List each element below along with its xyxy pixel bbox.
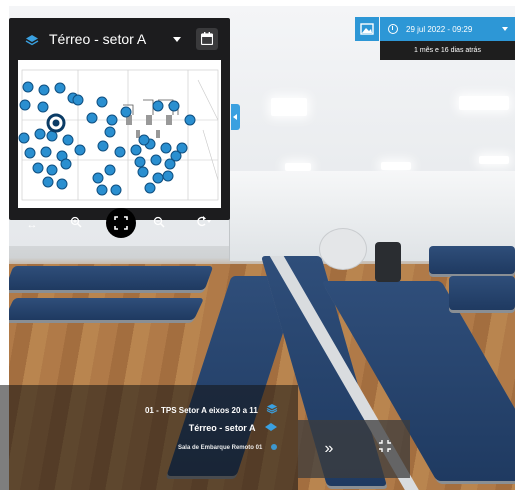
pano-marker[interactable]: [60, 158, 72, 170]
floorplan-toolbar: ↔: [9, 208, 230, 242]
pano-marker[interactable]: [104, 126, 116, 138]
pano-marker[interactable]: [104, 164, 116, 176]
location-room-label: Sala de Embarque Remoto 01: [177, 445, 263, 451]
elapsed-time: 1 mês e 16 dias atrás: [380, 41, 515, 60]
location-project[interactable]: 01 - TPS Setor A eixos 20 a 11: [145, 403, 278, 417]
pano-marker[interactable]: [72, 94, 84, 106]
pano-marker[interactable]: [97, 140, 109, 152]
capture-datetime: 29 jul 2022 - 09:29: [406, 25, 473, 34]
pano-marker[interactable]: [152, 100, 164, 112]
pano-marker[interactable]: [46, 130, 58, 142]
floor-icon: [264, 422, 278, 434]
seat-row: [449, 276, 515, 310]
pano-marker[interactable]: [134, 156, 146, 168]
capture-date-selector[interactable]: 29 jul 2022 - 09:29: [380, 17, 515, 41]
pano-marker[interactable]: [176, 142, 188, 154]
pano-marker[interactable]: [144, 182, 156, 194]
ceiling-light: [381, 162, 411, 170]
floor-selector-label[interactable]: Térreo - setor A: [49, 31, 146, 47]
cleaning-machine: [319, 228, 367, 270]
layers-icon: [266, 403, 278, 417]
collapse-panel-button[interactable]: [231, 104, 240, 130]
location-floor[interactable]: Térreo - setor A: [189, 422, 278, 434]
pano-marker[interactable]: [38, 84, 50, 96]
cleaning-machine: [375, 242, 401, 282]
pano-marker[interactable]: [32, 162, 44, 174]
seat-row: [429, 246, 515, 274]
pano-marker[interactable]: [18, 132, 30, 144]
ceiling-light: [479, 156, 509, 164]
pano-marker[interactable]: [110, 184, 122, 196]
pano-marker[interactable]: [120, 106, 132, 118]
calendar-icon: [201, 32, 213, 45]
pano-markers[interactable]: [18, 60, 221, 208]
pano-marker[interactable]: [54, 82, 66, 94]
arrows-horizontal-icon[interactable]: ↔: [23, 216, 41, 234]
pano-marker[interactable]: [22, 81, 34, 93]
chevron-down-icon: [502, 27, 508, 31]
pano-marker[interactable]: [46, 164, 58, 176]
floorplan-map[interactable]: [18, 60, 221, 208]
floorplan-panel: Térreo - setor A ↔: [9, 18, 230, 238]
layers-icon: [25, 33, 39, 46]
view-controls: »: [298, 420, 410, 478]
image-mode-button[interactable]: [355, 17, 379, 41]
location-project-label: 01 - TPS Setor A eixos 20 a 11: [144, 405, 258, 415]
pano-marker[interactable]: [42, 176, 54, 188]
image-icon: [360, 23, 374, 35]
pano-marker[interactable]: [160, 142, 172, 154]
pano-marker[interactable]: [106, 114, 118, 126]
location-floor-label: Térreo - setor A: [188, 423, 256, 433]
seat-row: [9, 298, 205, 320]
pano-marker[interactable]: [40, 146, 52, 158]
double-chevron-right-icon[interactable]: »: [318, 438, 340, 460]
location-panel: 01 - TPS Setor A eixos 20 a 11 Térreo - …: [0, 385, 298, 490]
pano-marker[interactable]: [96, 96, 108, 108]
pano-marker[interactable]: [56, 178, 68, 190]
fullscreen-icon: [114, 216, 128, 230]
current-position-dot: [52, 119, 60, 127]
pano-marker[interactable]: [92, 172, 104, 184]
location-room[interactable]: Sala de Embarque Remoto 01: [178, 443, 278, 453]
exit-fullscreen-button[interactable]: [374, 438, 396, 460]
pano-marker[interactable]: [74, 144, 86, 156]
pano-marker[interactable]: [19, 99, 31, 111]
pano-marker[interactable]: [162, 170, 174, 182]
pano-marker[interactable]: [86, 112, 98, 124]
pano-marker[interactable]: [96, 184, 108, 196]
pano-marker[interactable]: [150, 154, 162, 166]
pano-marker[interactable]: [164, 158, 176, 170]
collapse-icon: [379, 440, 391, 452]
chevron-down-icon[interactable]: [173, 37, 181, 42]
pano-marker[interactable]: [152, 172, 164, 184]
ceiling-light: [459, 96, 509, 110]
pano-marker[interactable]: [24, 147, 36, 159]
pano-marker[interactable]: [138, 134, 150, 146]
pano-marker[interactable]: [34, 128, 46, 140]
clock-icon: [388, 24, 398, 34]
fullscreen-button[interactable]: [106, 208, 136, 238]
pano-marker[interactable]: [114, 146, 126, 158]
pano-marker[interactable]: [168, 100, 180, 112]
rotate-icon[interactable]: [194, 216, 212, 234]
pano-marker[interactable]: [184, 114, 196, 126]
pano-marker[interactable]: [62, 134, 74, 146]
pano-marker[interactable]: [137, 166, 149, 178]
calendar-button[interactable]: [196, 28, 218, 50]
pano-marker[interactable]: [37, 101, 49, 113]
ceiling-light: [271, 98, 307, 116]
ceiling-light: [285, 163, 311, 171]
zoom-out-icon[interactable]: [150, 216, 168, 234]
pano-marker[interactable]: [130, 144, 142, 156]
location-pin-icon: [270, 443, 278, 453]
floorplan-header[interactable]: Térreo - setor A: [9, 18, 230, 60]
zoom-in-icon[interactable]: [67, 216, 85, 234]
seat-row: [9, 266, 214, 290]
